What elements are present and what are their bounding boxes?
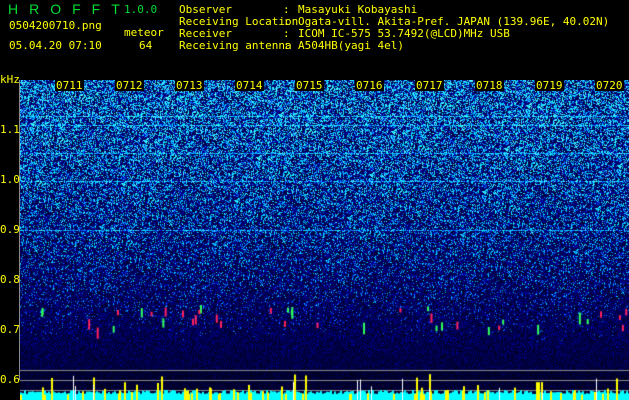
- time-tick-label: 0716: [355, 79, 384, 92]
- spectrogram: [20, 80, 629, 400]
- app-title: HROFFT: [8, 1, 131, 17]
- y-tick-label: 0.8: [0, 273, 20, 286]
- info-colon: :: [283, 39, 290, 52]
- app-version: 1.0.0: [124, 3, 158, 16]
- y-tick-label: 0.6: [0, 373, 20, 386]
- y-tick-label: 0.9: [0, 223, 20, 236]
- time-tick-label: 0714: [235, 79, 264, 92]
- time-tick-label: 0713: [175, 79, 204, 92]
- meteor-count: 64: [139, 39, 153, 52]
- time-tick-label: 0711: [55, 79, 84, 92]
- y-tick-label: 0.7: [0, 323, 20, 336]
- y-tick-label: 1.1: [0, 123, 20, 136]
- time-tick-label: 0719: [535, 79, 564, 92]
- y-tick-label: 1.0: [0, 173, 20, 186]
- file-name: 0504200710.png: [9, 19, 102, 32]
- time-tick-label: 0718: [475, 79, 504, 92]
- time-tick-label: 0715: [295, 79, 324, 92]
- info-label: Receiving antenna: [179, 39, 292, 52]
- info-value: A504HB(yagi 4el): [298, 39, 404, 52]
- timestamp: 05.04.20 07:10: [9, 39, 102, 52]
- meteor-label: meteor: [124, 26, 164, 39]
- time-tick-label: 0712: [115, 79, 144, 92]
- time-tick-label: 0717: [415, 79, 444, 92]
- time-tick-label: 0720: [595, 79, 624, 92]
- y-axis-unit: kHz: [0, 73, 20, 86]
